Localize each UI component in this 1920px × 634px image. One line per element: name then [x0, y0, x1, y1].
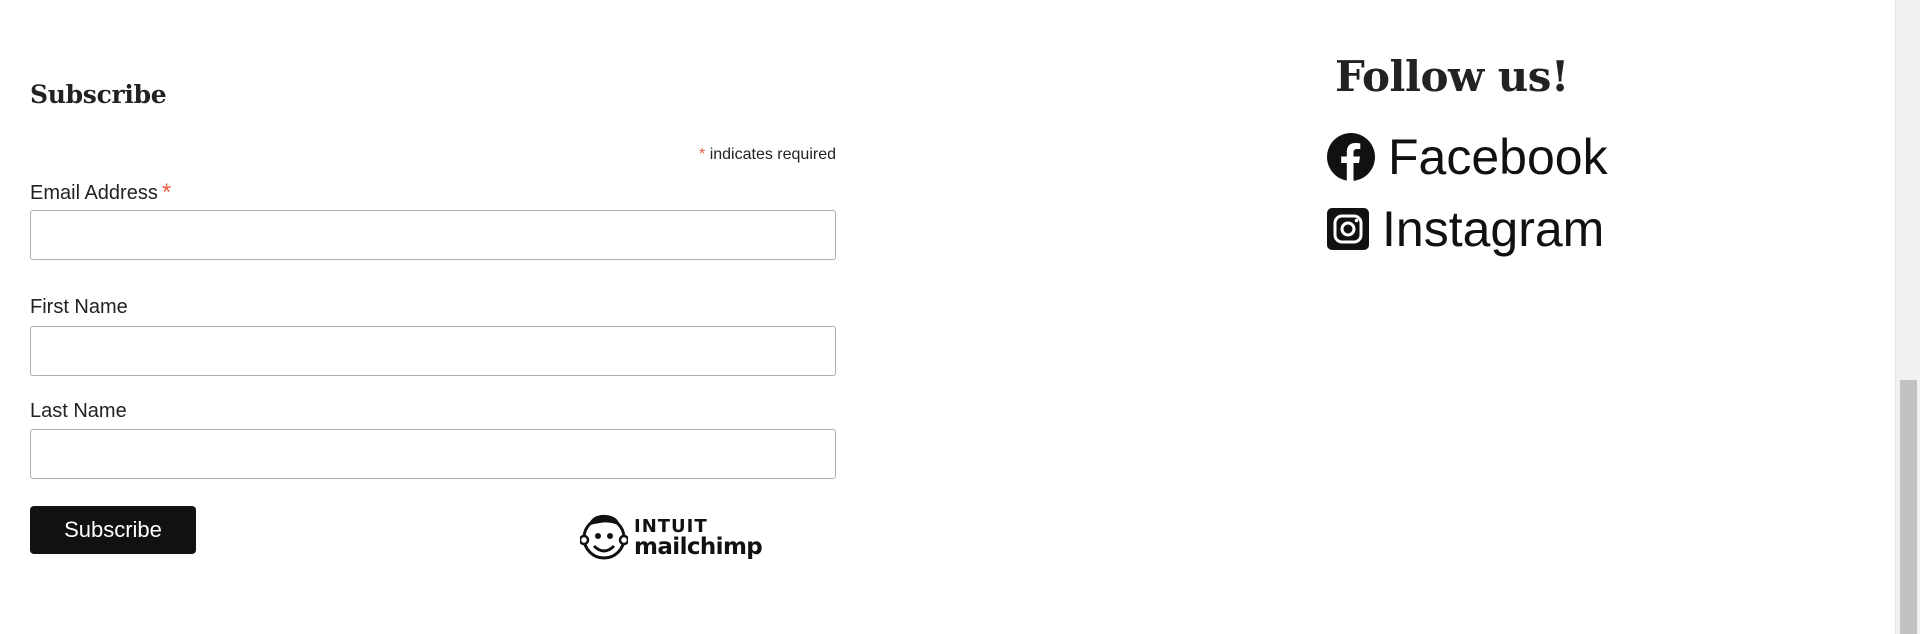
- subscribe-form: Subscribe * indicates required Email Add…: [30, 80, 836, 560]
- instagram-link[interactable]: Instagram: [1326, 200, 1604, 258]
- last-name-field[interactable]: [30, 429, 836, 479]
- facebook-link[interactable]: Facebook: [1326, 128, 1608, 186]
- badge-brand-bottom: mailchimp: [634, 534, 763, 560]
- instagram-label: Instagram: [1382, 201, 1605, 257]
- mailchimp-wordmark: INTUIT mailchimp: [634, 518, 763, 560]
- required-asterisk: *: [699, 146, 706, 163]
- subscribe-button[interactable]: Subscribe: [30, 506, 196, 554]
- email-required-asterisk: *: [161, 179, 172, 206]
- facebook-icon: [1326, 132, 1376, 182]
- subscribe-title: Subscribe: [30, 80, 167, 109]
- required-note: * indicates required: [699, 146, 836, 164]
- vertical-scrollbar[interactable]: [1895, 0, 1920, 634]
- instagram-icon: [1326, 207, 1370, 251]
- page: Subscribe * indicates required Email Add…: [0, 0, 1920, 634]
- mailchimp-freddie-icon: [578, 510, 630, 567]
- follow-us-title: Follow us!: [1335, 52, 1569, 101]
- mailchimp-badge-link[interactable]: INTUIT mailchimp: [578, 510, 763, 567]
- follow-us-section: Follow us! Facebook Instagram: [1326, 52, 1608, 257]
- facebook-label: Facebook: [1388, 129, 1608, 185]
- last-name-label: Last Name: [30, 400, 127, 422]
- email-field[interactable]: [30, 210, 836, 260]
- first-name-label: First Name: [30, 296, 128, 318]
- email-label: Email Address *: [30, 178, 171, 206]
- scrollbar-thumb[interactable]: [1900, 380, 1917, 634]
- email-label-text: Email Address: [30, 182, 158, 204]
- required-note-text: indicates required: [709, 146, 836, 163]
- first-name-field[interactable]: [30, 326, 836, 376]
